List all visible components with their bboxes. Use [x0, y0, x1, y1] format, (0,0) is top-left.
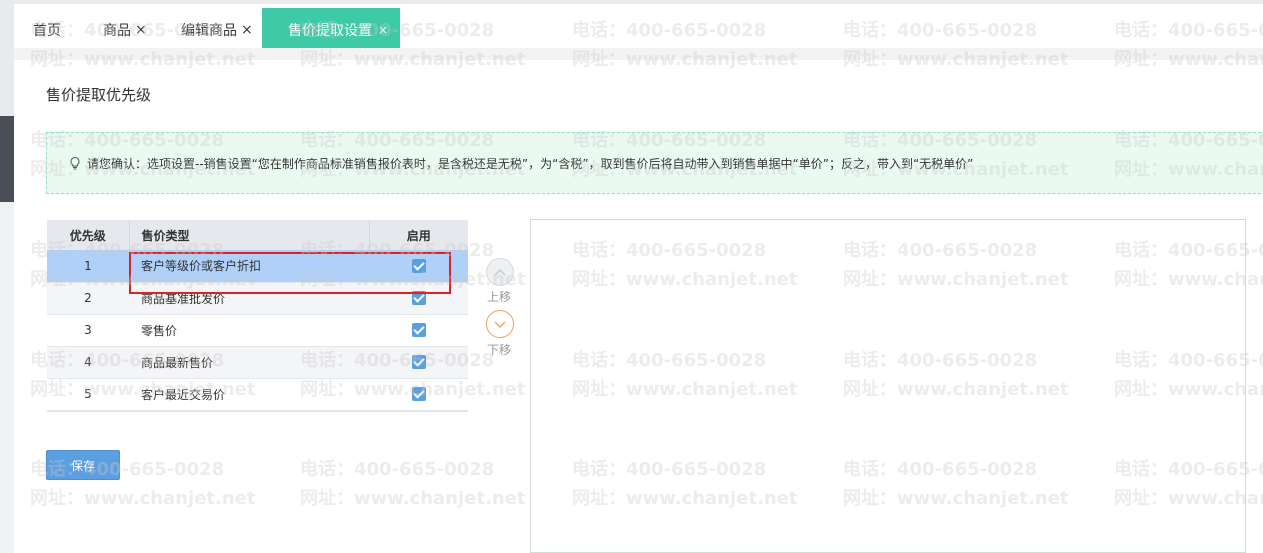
chevron-up-icon	[494, 269, 506, 276]
cell-priority: 2	[47, 282, 129, 315]
move-up-button[interactable]	[486, 258, 514, 286]
cell-price-type: 商品基准批发价	[129, 282, 369, 315]
cell-priority: 4	[47, 346, 129, 379]
save-button[interactable]: 保存	[46, 450, 120, 480]
column-header-priority: 优先级	[47, 220, 130, 250]
table-row[interactable]: 4 商品最新售价	[47, 346, 468, 379]
move-down-label: 下移	[487, 343, 512, 357]
table-row[interactable]: 5 客户最近交易价	[47, 378, 468, 411]
column-header-price-type: 售价类型	[129, 220, 370, 250]
enabled-checkbox[interactable]	[411, 355, 426, 370]
cell-price-type: 客户等级价或客户折扣	[129, 250, 369, 283]
cell-priority: 3	[47, 314, 129, 347]
table-row[interactable]: 1 客户等级价或客户折扣	[47, 250, 468, 283]
table-row[interactable]: 2 商品基准批发价	[47, 282, 468, 315]
tab-home[interactable]: 首页	[33, 8, 61, 52]
cell-priority: 1	[47, 250, 129, 283]
tab-price-extraction-settings[interactable]: 售价提取设置 ×	[262, 8, 401, 52]
notice-banner: 请您确认：选项设置--销售设置“您在制作商品标准销售报价表时，是含税还是无税”，…	[46, 132, 1263, 194]
page-title: 售价提取优先级	[46, 86, 152, 104]
tab-label: 首页	[33, 23, 61, 39]
tab-products[interactable]: 商品 ×	[103, 8, 147, 52]
sidebar-top	[0, 0, 14, 116]
tab-label: 商品	[103, 23, 131, 39]
close-icon[interactable]: ×	[241, 22, 253, 38]
cell-price-type: 零售价	[129, 314, 369, 347]
move-down-button[interactable]	[486, 310, 514, 338]
tab-bar-divider	[14, 48, 1263, 60]
cell-priority: 5	[47, 378, 129, 411]
priority-table: 优先级 售价类型 启用 1 客户等级价或客户折扣 2 商品基准批发价 3 零售价	[47, 220, 468, 411]
tab-edit-product[interactable]: 编辑商品 ×	[181, 8, 253, 52]
move-up-label: 上移	[487, 290, 512, 304]
tab-bar: 首页 商品 × 编辑商品 × 售价提取设置 ×	[14, 0, 1263, 52]
main-content: 售价提取优先级 请您确认：选项设置--销售设置“您在制作商品标准销售报价表时，是…	[24, 60, 1263, 553]
right-panel	[530, 219, 1246, 553]
enabled-checkbox[interactable]	[411, 387, 426, 402]
table-row[interactable]: 3 零售价	[47, 314, 468, 347]
tab-label: 编辑商品	[181, 23, 237, 39]
enabled-checkbox[interactable]	[411, 259, 426, 273]
enabled-checkbox[interactable]	[411, 291, 426, 306]
sidebar-dark-block	[0, 116, 14, 202]
enabled-checkbox[interactable]	[411, 323, 426, 338]
table-header-row: 优先级 售价类型 启用	[47, 220, 468, 250]
tab-label: 售价提取设置	[288, 23, 372, 39]
cell-price-type: 客户最近交易价	[129, 378, 369, 411]
close-icon[interactable]: ×	[135, 22, 147, 38]
left-sidebar-strip	[0, 0, 14, 553]
column-header-enabled: 启用	[369, 220, 468, 250]
lightbulb-icon	[67, 155, 83, 171]
cell-price-type: 商品最新售价	[129, 346, 369, 379]
chevron-down-icon	[494, 321, 506, 328]
notice-text: 请您确认：选项设置--销售设置“您在制作商品标准销售报价表时，是含税还是无税”，…	[87, 156, 974, 171]
close-icon[interactable]: ×	[378, 23, 388, 37]
